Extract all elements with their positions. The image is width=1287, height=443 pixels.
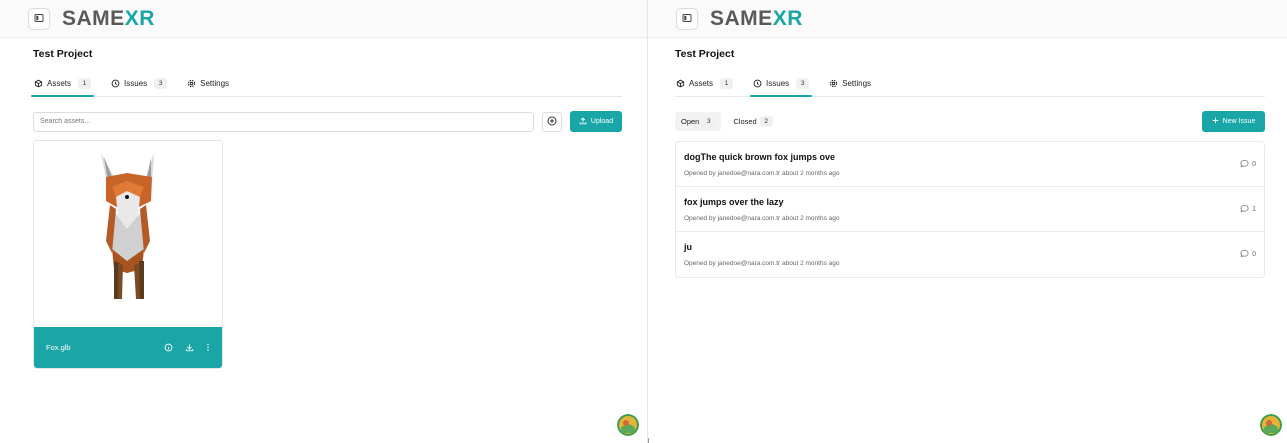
tab-assets[interactable]: Assets 1	[675, 71, 734, 95]
filter-closed[interactable]: Closed 2	[727, 112, 778, 131]
fox-model-thumbnail	[101, 153, 154, 299]
asset-card[interactable]: Fox.glb	[33, 140, 223, 369]
tab-issues[interactable]: Issues 3	[750, 71, 813, 97]
split-screen: SAMEXR Test Project Assets 1 Issues 3 Se…	[0, 0, 1287, 443]
tab-label: Assets	[47, 78, 72, 88]
logo[interactable]: SAMEXR	[62, 8, 155, 29]
comment-count-value: 1	[1252, 205, 1256, 213]
count-badge: 1	[78, 77, 92, 89]
project-tabs: Assets 1 Issues 3 Settings	[30, 71, 622, 97]
sidebar-toggle-button[interactable]	[28, 7, 50, 30]
assets-pane: SAMEXR Test Project Assets 1 Issues 3 Se…	[0, 0, 648, 443]
comment-count-value: 0	[1252, 160, 1256, 168]
tab-settings[interactable]: Settings	[828, 71, 872, 95]
comment-count: 0	[1240, 249, 1256, 260]
issue-main: fox jumps over the lazy Opened by janedo…	[684, 197, 1240, 222]
comment-icon	[1240, 249, 1249, 260]
asset-preview	[34, 141, 222, 329]
issue-meta: Opened by janedoe@nara.com.tr about 2 mo…	[684, 260, 840, 267]
sidebar-toggle-button[interactable]	[676, 7, 698, 30]
count-badge: 1	[720, 77, 734, 89]
sidebar-icon	[34, 10, 44, 28]
sidebar-icon	[682, 10, 692, 28]
count-badge: 2	[759, 116, 773, 127]
asset-toolbar: Upload	[33, 111, 622, 132]
issue-meta: Opened by janedoe@nara.com.tr about 2 mo…	[684, 169, 840, 177]
upload-icon	[579, 116, 587, 127]
assets-content: Test Project Assets 1 Issues 3 Settings …	[30, 38, 622, 369]
issue-title[interactable]: fox jumps over the lazy	[684, 197, 1240, 209]
logo-text-xr: XR	[124, 7, 155, 30]
avatar[interactable]	[617, 414, 639, 436]
filter-label: Open	[681, 117, 700, 126]
page-title: Test Project	[33, 48, 93, 60]
more-vertical-icon[interactable]	[206, 343, 210, 352]
filter-open[interactable]: Open 3	[675, 112, 722, 131]
top-bar: SAMEXR	[0, 0, 647, 38]
comment-count-value: 0	[1252, 251, 1256, 258]
pane-divider-mark	[648, 438, 649, 443]
new-issue-label: New Issue	[1222, 118, 1256, 125]
issue-meta: Opened by janedoe@nara.com.tr about 2 mo…	[684, 214, 840, 222]
gear-icon	[187, 79, 196, 88]
issue-main: ju Opened by janedoe@nara.com.tr about 2…	[684, 242, 1240, 267]
tab-label: Issues	[766, 78, 790, 88]
asset-footer: Fox.glb	[34, 327, 222, 368]
issue-title[interactable]: ju	[684, 242, 1240, 254]
comment-icon	[1240, 204, 1249, 215]
issue-row[interactable]: fox jumps over the lazy Opened by janedo…	[676, 187, 1264, 232]
page-title: Test Project	[675, 48, 735, 60]
tab-label: Assets	[689, 78, 714, 88]
new-issue-button[interactable]: New Issue	[1202, 111, 1265, 132]
tab-label: Issues	[124, 78, 148, 88]
avatar[interactable]	[1260, 414, 1282, 436]
logo[interactable]: SAMEXR	[710, 8, 803, 29]
plus-circle-icon	[547, 113, 557, 131]
asset-name[interactable]: Fox.glb	[46, 343, 164, 352]
issues-list: dogThe quick brown fox jumps ove Opened …	[675, 141, 1265, 278]
issues-content: Test Project Assets 1 Issues 3 Settings …	[675, 38, 1265, 278]
count-badge: 3	[702, 116, 716, 127]
asset-icon	[676, 79, 685, 88]
issues-pane: SAMEXR Test Project Assets 1 Issues 3 Se…	[648, 0, 1287, 443]
logo-text-xr: XR	[772, 7, 803, 30]
comment-count: 0	[1240, 159, 1256, 170]
comment-icon	[1240, 159, 1249, 170]
tab-label: Settings	[200, 78, 230, 88]
add-asset-button[interactable]	[542, 111, 562, 132]
issue-icon	[753, 79, 762, 88]
asset-icon	[34, 79, 43, 88]
issue-row[interactable]: dogThe quick brown fox jumps ove Opened …	[676, 142, 1264, 187]
logo-text-same: SAME	[62, 7, 125, 30]
upload-button[interactable]: Upload	[570, 111, 622, 132]
tab-settings[interactable]: Settings	[186, 71, 230, 95]
issue-row[interactable]: ju Opened by janedoe@nara.com.tr about 2…	[676, 232, 1264, 277]
issue-main: dogThe quick brown fox jumps ove Opened …	[684, 152, 1240, 177]
search-input[interactable]	[33, 111, 534, 132]
tab-assets[interactable]: Assets 1	[30, 71, 95, 97]
upload-label: Upload	[590, 118, 614, 125]
tab-label: Settings	[842, 78, 872, 88]
issue-filters: Open 3 Closed 2 New Issue	[675, 111, 1265, 132]
issue-icon	[111, 79, 120, 88]
comment-count: 1	[1240, 204, 1256, 215]
asset-actions	[164, 343, 210, 352]
filter-label: Closed	[733, 117, 757, 126]
count-badge: 3	[154, 77, 168, 89]
issue-title[interactable]: dogThe quick brown fox jumps ove	[684, 152, 1240, 164]
download-icon[interactable]	[185, 343, 194, 352]
tab-issues[interactable]: Issues 3	[110, 71, 168, 95]
gear-icon	[829, 79, 838, 88]
plus-icon	[1212, 117, 1219, 126]
project-tabs: Assets 1 Issues 3 Settings	[675, 71, 1265, 97]
info-icon[interactable]	[164, 343, 173, 352]
count-badge: 3	[796, 77, 810, 89]
top-bar: SAMEXR	[648, 0, 1287, 38]
logo-text-same: SAME	[710, 7, 773, 30]
